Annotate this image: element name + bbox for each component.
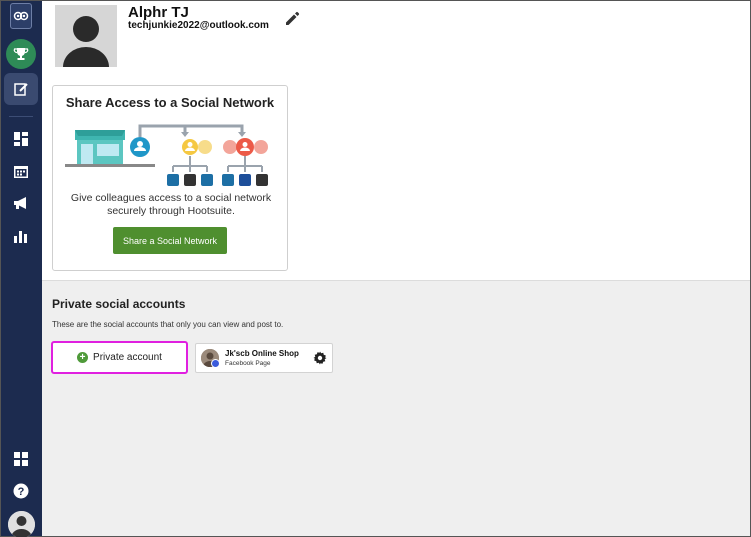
share-card-description: Give colleagues access to a social netwo… [70,192,272,217]
add-private-account-label: Private account [93,352,162,363]
dashboard-icon[interactable] [6,124,36,154]
apps-grid-icon[interactable] [6,444,36,474]
share-network-illustration [65,124,268,186]
gear-icon[interactable] [313,351,327,365]
profile-email: techjunkie2022@outlook.com [128,20,269,31]
sidebar-divider [9,116,33,117]
profile-avatar [55,5,117,67]
calendar-icon[interactable] [6,156,36,186]
private-accounts-description: These are the social accounts that only … [52,320,284,329]
share-access-card: Share Access to a Social Network Give co… [52,85,288,271]
add-private-account-button[interactable]: + Private account [51,341,188,374]
main-content: Alphr TJ techjunkie2022@outlook.com Shar… [42,1,750,536]
analytics-icon[interactable] [6,221,36,251]
profile-header: Alphr TJ techjunkie2022@outlook.com [42,1,750,77]
share-card-title: Share Access to a Social Network [65,95,275,110]
facebook-badge-icon [211,359,220,368]
trophy-icon[interactable] [6,39,36,69]
edit-pencil-icon[interactable] [284,11,300,27]
megaphone-icon[interactable] [6,188,36,218]
social-account-card[interactable]: Jk'scb Online Shop Facebook Page [195,343,333,373]
owl-logo-icon[interactable] [10,3,32,29]
private-accounts-title: Private social accounts [52,297,186,311]
help-icon[interactable]: ? [6,476,36,506]
sidebar: ? [1,1,42,537]
account-type: Facebook Page [225,360,271,367]
compose-icon[interactable] [4,73,38,105]
share-section: Share Access to a Social Network Give co… [42,77,750,281]
plus-icon: + [77,352,89,363]
profile-name: Alphr TJ [128,4,189,21]
svg-text:?: ? [18,486,25,498]
account-name: Jk'scb Online Shop [225,349,299,358]
user-avatar-icon[interactable] [8,511,35,537]
share-social-network-button[interactable]: Share a Social Network [113,227,227,254]
